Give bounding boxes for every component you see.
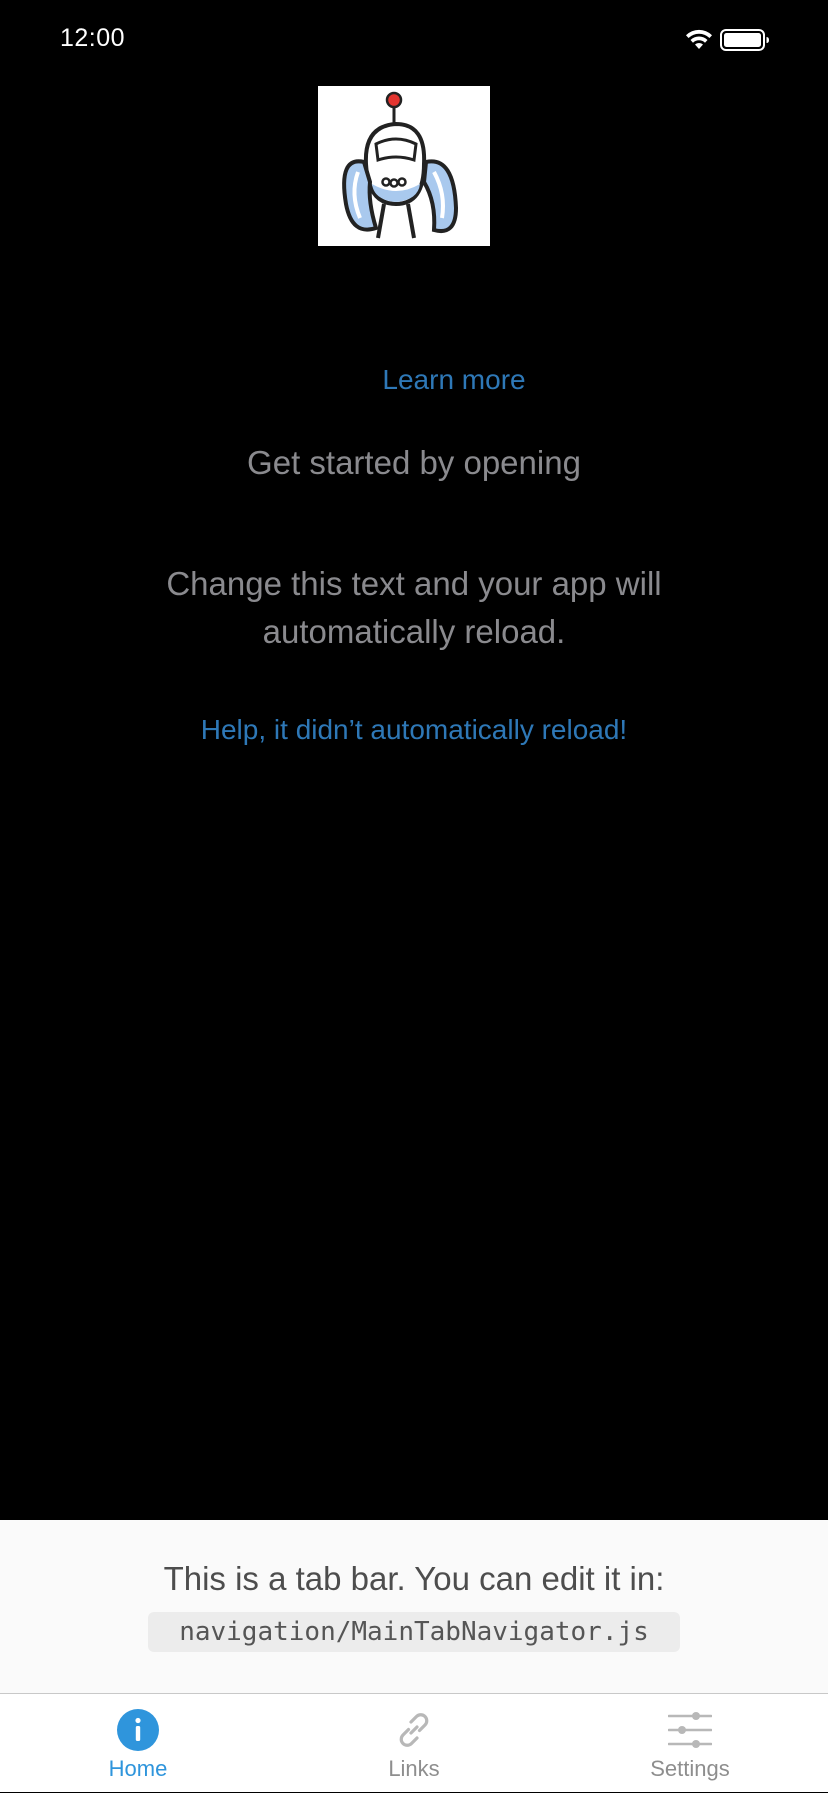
tab-links-label: Links xyxy=(388,1756,440,1781)
tab-bar-info-panel: This is a tab bar. You can edit it in: n… xyxy=(0,1520,828,1693)
sliders-icon xyxy=(668,1712,712,1748)
tab-bar-info-text: This is a tab bar. You can edit it in: xyxy=(163,1560,665,1597)
robot-logo-image xyxy=(318,86,490,246)
tab-links[interactable]: Links xyxy=(314,1694,514,1793)
tab-home-label: Home xyxy=(108,1756,168,1781)
tab-settings[interactable]: Settings xyxy=(590,1694,790,1793)
bottom-tab-bar: Home Links Settings xyxy=(0,1693,828,1792)
robot-illustration xyxy=(342,91,459,239)
status-time: 12:00 xyxy=(60,24,126,52)
tab-home[interactable]: Home xyxy=(38,1694,238,1793)
get-started-text: Get started by opening xyxy=(247,444,581,481)
info-icon xyxy=(117,1709,159,1751)
status-bar: 12:00 xyxy=(0,0,828,80)
link-icon xyxy=(399,1713,429,1747)
help-reload-link[interactable]: Help, it didn’t automatically reload! xyxy=(0,714,828,746)
code-path: navigation/MainTabNavigator.js xyxy=(148,1612,680,1652)
wifi-icon xyxy=(686,29,712,49)
battery-icon xyxy=(720,29,769,51)
change-text-message: Change this text and your app will autom… xyxy=(166,565,662,650)
learn-more-link[interactable]: Learn more xyxy=(0,364,828,396)
tab-settings-label: Settings xyxy=(650,1756,730,1781)
